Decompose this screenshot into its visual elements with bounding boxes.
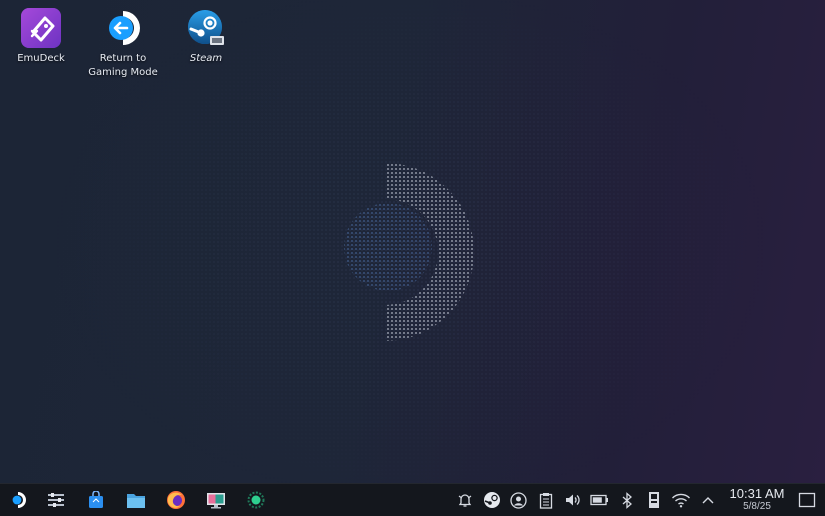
discover-store-icon [89, 491, 103, 508]
clock-date: 5/8/25 [743, 501, 771, 512]
device-icon [648, 492, 659, 508]
return-arrow-icon [101, 6, 145, 50]
taskbar-firefox[interactable] [156, 484, 196, 516]
tray-bluetooth[interactable] [613, 484, 640, 516]
system-settings-icon [48, 493, 64, 507]
battery-icon [590, 494, 608, 506]
taskbar-launchers [0, 484, 276, 516]
taskbar: 10:31 AM 5/8/25 [0, 483, 825, 516]
taskbar-system-settings[interactable] [36, 484, 76, 516]
tray-device[interactable] [640, 484, 667, 516]
desktop-icon-label: EmuDeck [17, 53, 65, 64]
desktop-icon-label: Return to Gaming Mode [88, 53, 158, 78]
digital-clock[interactable]: 10:31 AM 5/8/25 [725, 487, 789, 513]
steamos-start-button[interactable] [0, 484, 36, 516]
tray-steam[interactable] [478, 484, 505, 516]
steam-tray-icon [483, 492, 500, 508]
show-desktop-icon [798, 492, 816, 508]
tray-clipboard[interactable] [532, 484, 559, 516]
steamos-wallpaper-logo [344, 163, 474, 341]
remote-desktop-icon [207, 493, 225, 509]
desktop-icon-steam[interactable]: Steam [164, 6, 248, 66]
tray-notifications[interactable] [451, 484, 478, 516]
notifications-bell-icon [458, 494, 471, 507]
tray-battery[interactable] [586, 484, 613, 516]
tray-volume[interactable] [559, 484, 586, 516]
show-desktop-button[interactable] [789, 484, 825, 516]
expand-tray-icon [702, 497, 713, 504]
taskbar-discover[interactable] [76, 484, 116, 516]
steam-icon [184, 6, 228, 50]
discord-icon [510, 491, 527, 509]
clipboard-icon [539, 492, 552, 509]
taskbar-remote-desktop[interactable] [196, 484, 236, 516]
volume-icon [566, 494, 580, 506]
dolphin-file-manager-icon [127, 494, 145, 508]
tray-wifi[interactable] [667, 484, 694, 516]
desktop-icon-emudeck[interactable]: EmuDeck [0, 6, 83, 66]
firefox-icon [167, 491, 185, 509]
taskbar-dolphin[interactable] [116, 484, 156, 516]
clock-time: 10:31 AM [729, 486, 785, 501]
tray-discord[interactable] [505, 484, 532, 516]
desktop-icon-return-to-gaming-mode[interactable]: Return to Gaming Mode [81, 6, 165, 80]
desktop-icon-label: Steam [189, 53, 223, 64]
tray-expand[interactable] [694, 484, 721, 516]
steamos-start-icon [12, 492, 26, 508]
taskbar-green-app[interactable] [236, 484, 276, 516]
green-circle-app-icon [247, 491, 265, 509]
wifi-icon [671, 493, 690, 507]
system-tray: 10:31 AM 5/8/25 [451, 484, 825, 516]
bluetooth-icon [622, 491, 632, 509]
emudeck-icon [19, 6, 63, 50]
